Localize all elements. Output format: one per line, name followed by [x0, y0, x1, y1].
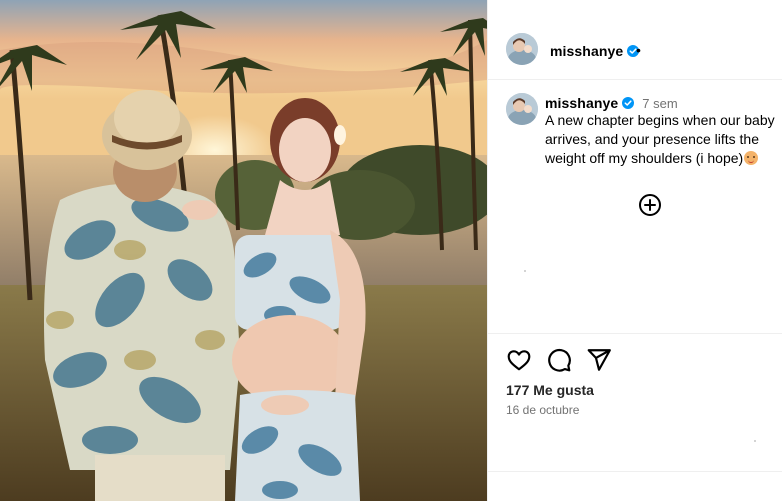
post-date[interactable]: 16 de octubre — [506, 403, 579, 417]
maternity-photo-image — [0, 0, 487, 501]
add-comment-button[interactable] — [638, 193, 662, 217]
comment-button[interactable] — [546, 347, 572, 373]
heart-icon — [507, 350, 531, 371]
post-timestamp[interactable]: 7 sem — [642, 96, 677, 111]
divider — [488, 471, 782, 472]
avatar-image — [506, 93, 538, 125]
post-photo[interactable] — [0, 0, 487, 501]
like-button[interactable] — [506, 347, 532, 373]
instagram-post: misshanye • misshanye 7 sem A new chapter… — [0, 0, 782, 501]
header-username[interactable]: misshanye — [550, 43, 640, 59]
speech-bubble-icon — [548, 348, 571, 372]
post-header: misshanye • — [488, 20, 782, 80]
caption-username[interactable]: misshanye — [545, 95, 618, 111]
username-text[interactable]: misshanye — [550, 43, 623, 59]
avatar[interactable] — [506, 33, 538, 65]
post-side-panel: misshanye • misshanye 7 sem A new chapter… — [487, 0, 782, 501]
loading-dot — [524, 270, 526, 272]
verified-badge-icon — [622, 97, 635, 109]
loading-dot — [754, 440, 756, 442]
share-button[interactable] — [586, 347, 612, 373]
header-separator: • — [636, 42, 641, 58]
caption-text: A new chapter begins when our baby arriv… — [545, 111, 777, 168]
paper-plane-icon — [587, 349, 611, 371]
divider — [488, 333, 782, 334]
avatar-image — [506, 33, 538, 65]
caption-avatar[interactable] — [506, 93, 538, 125]
caption-body: A new chapter begins when our baby arriv… — [545, 112, 775, 166]
likes-count[interactable]: 177 Me gusta — [506, 382, 594, 398]
smiling-face-emoji-icon — [744, 151, 759, 165]
plus-circle-icon — [639, 194, 661, 216]
